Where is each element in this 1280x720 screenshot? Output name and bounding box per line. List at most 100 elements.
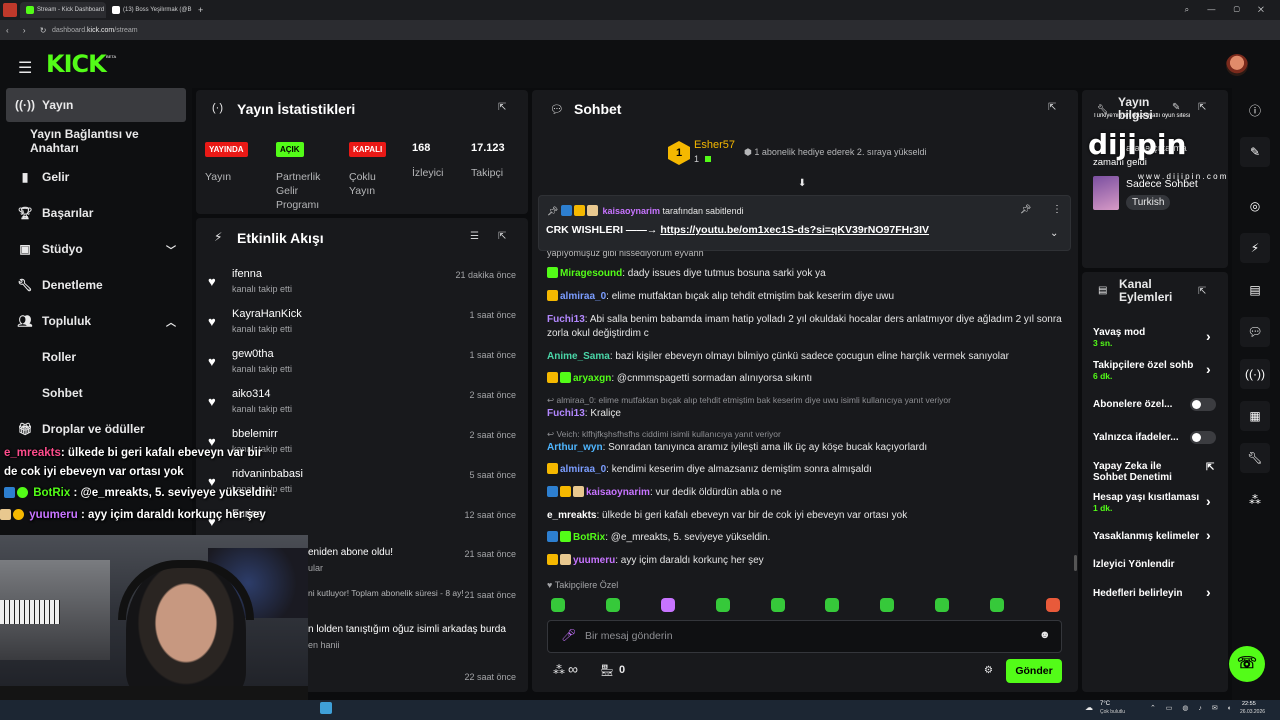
sidebar-item-yayin[interactable]: ((·)) Yayın [6, 88, 186, 122]
chat-username[interactable]: e_mreakts [547, 510, 596, 521]
popout-icon[interactable]: ⇱ [498, 231, 506, 242]
target-icon[interactable]: ◎ [1240, 191, 1270, 221]
emote-icon[interactable] [880, 598, 894, 612]
pinned-link[interactable]: https://youtu.be/om1xec1S-ds?si=qKV39rNO… [660, 224, 929, 236]
unpin-icon[interactable]: 📌︎ [1020, 204, 1031, 215]
chevron-right-icon[interactable]: › [1206, 361, 1211, 377]
category-thumbnail[interactable] [1093, 176, 1119, 210]
chevron-right-icon[interactable]: › [1206, 584, 1211, 600]
emote-icon[interactable] [716, 598, 730, 612]
edit-icon[interactable]: ✎ [1240, 137, 1270, 167]
emote-icon[interactable] [990, 598, 1004, 612]
kick-logo[interactable]: KICK [46, 50, 107, 78]
chat-message[interactable]: aryaxgn: @cnmmspagetti sormadan alınıyor… [547, 372, 1067, 386]
chevron-right-icon[interactable]: › [1206, 493, 1211, 509]
broadcast-icon[interactable]: ((·)) [1240, 359, 1270, 389]
chat-username[interactable]: BotRix [573, 532, 605, 543]
sidebar-item-studyo[interactable]: ▣ Stüdyo ﹀ [6, 232, 186, 266]
top-gifter-name[interactable]: Esher57 [694, 139, 735, 151]
collapse-arrow-icon[interactable]: ⬇ [798, 178, 806, 189]
layout-icon[interactable]: ▦ [1240, 401, 1270, 431]
toggle-switch[interactable] [1190, 398, 1216, 411]
chat-message[interactable]: almiraa_0: elime mutfaktan bıçak alıp te… [547, 290, 1067, 304]
points-icon[interactable]: ⁂ [553, 663, 565, 677]
taskbar-app-icon[interactable] [320, 702, 332, 714]
gear-icon[interactable]: ⚙︎ [984, 665, 993, 676]
sidebar-item-denetleme[interactable]: 🔧︎ Denetleme [6, 268, 186, 302]
chat-username[interactable]: aryaxgn [573, 373, 611, 384]
info-icon[interactable]: ⓘ [1240, 95, 1270, 125]
popout-icon[interactable]: ⇱ [1198, 102, 1206, 113]
channel-action-item[interactable]: Yapay Zeka ile Sohbet Denetimi [1093, 461, 1189, 483]
chat-username[interactable]: yuumeru [573, 555, 615, 566]
chat-username[interactable]: Arthur_wyn [547, 442, 603, 453]
emote-icon[interactable] [1046, 598, 1060, 612]
channel-action-item[interactable]: Yasaklanmış kelimeler [1093, 531, 1219, 542]
tray-icons[interactable]: ⌃ ▭ ◍ ♪ ✉ ◐ [1150, 704, 1236, 712]
chat-icon[interactable]: 💬︎ [1240, 317, 1270, 347]
microphone-icon[interactable]: 🎤︎ [561, 628, 576, 642]
popout-icon[interactable]: ⇱ [498, 102, 506, 113]
event-row[interactable]: ♥ aiko314 kanalı takip etti 2 saat önce [204, 388, 520, 428]
filter-icon[interactable]: ☰ [470, 231, 479, 242]
channel-action-item[interactable]: İzleyici Yönlendir [1093, 559, 1219, 570]
chat-message[interactable]: BotRix: @e_mreakts, 5. seviyeye yükseldi… [547, 531, 1067, 545]
url-field[interactable]: dashboard.kick.com/stream [52, 27, 138, 34]
toggle-switch[interactable] [1190, 431, 1216, 444]
chat-username[interactable]: Fuchi13 [547, 408, 585, 419]
browser-tab-kick[interactable]: Stream - Kick Dashboard [20, 2, 106, 18]
sidebar-item-basarilar[interactable]: 🏆︎ Başarılar [6, 196, 186, 230]
wrench-icon[interactable]: 🔧︎ [1240, 443, 1270, 473]
nodes-icon[interactable]: ⁂ [1240, 485, 1270, 515]
channel-action-item[interactable]: Hesap yaşı kısıtlaması 1 dk. [1093, 492, 1219, 514]
chat-message[interactable]: yuumeru: ayy içim daraldı korkunç her şe… [547, 554, 1067, 568]
chat-message[interactable]: ↩ almiraa_0: elime mutfaktan bıçak alıp … [547, 395, 1067, 421]
chevron-down-icon[interactable]: ⌄ [1050, 228, 1058, 239]
document-icon[interactable]: ▤ [1240, 275, 1270, 305]
user-avatar[interactable] [1226, 54, 1248, 76]
sidebar-item-sohbet[interactable]: Sohbet [6, 376, 186, 410]
chat-username[interactable]: Fuchi13 [547, 314, 585, 325]
sidebar-item-topluluk[interactable]: 👥︎ Topluluk ︿ [6, 304, 186, 338]
chat-username[interactable]: almiraa_0 [560, 464, 606, 475]
event-row[interactable]: ♥ KayraHanKick kanalı takip etti 1 saat önc… [204, 308, 520, 348]
event-row[interactable]: ♥ gew0tha kanalı takip etti 1 saat önce [204, 348, 520, 388]
chat-message[interactable]: ↩ Veich: klfhjfkşhsfhsfhs ciddimi isimli… [547, 429, 1067, 455]
chat-username[interactable]: Miragesound [560, 268, 622, 279]
chat-scrollbar[interactable] [1074, 555, 1077, 571]
chat-message[interactable]: kaisaoynarim: vur dedik öldürdün abla o … [547, 486, 1067, 500]
emote-icon[interactable] [606, 598, 620, 612]
sidebar-item-stream-key[interactable]: Yayın Bağlantısı ve Anahtarı [6, 124, 186, 158]
popout-icon[interactable]: ⇱ [1198, 286, 1206, 297]
more-options-icon[interactable]: ⋮ [1052, 204, 1062, 215]
edit-icon[interactable]: ✎ [1172, 102, 1180, 113]
window-controls[interactable]: ⌕ — ▢ ✕ [1185, 5, 1272, 15]
external-link-icon[interactable]: ⇱ [1206, 462, 1214, 473]
chat-message[interactable]: Miragesound: dady issues diye tutmus bos… [547, 267, 1067, 281]
browser-tab-x[interactable]: (13) Boss Yeşilırmak (@B [106, 2, 192, 18]
channel-action-item[interactable]: Hedefleri belirleyin [1093, 588, 1219, 599]
sidebar-item-droplar[interactable]: 🎁︎ Droplar ve ödüller [6, 412, 186, 446]
sidebar-item-roller[interactable]: Roller [6, 340, 186, 374]
emoji-icon[interactable]: ☻ [1039, 629, 1051, 641]
sidebar-item-gelir[interactable]: ▮ Gelir [6, 160, 186, 194]
chat-username[interactable]: almiraa_0 [560, 291, 606, 302]
chat-username[interactable]: Anime_Sama [547, 351, 610, 362]
chat-message[interactable]: Fuchi13: Abi salla benim babamda imam ha… [547, 313, 1067, 341]
event-row[interactable]: ♥ ifenna kanalı takip etti 21 dakika önce [204, 268, 520, 308]
emote-icon[interactable] [825, 598, 839, 612]
emote-icon[interactable] [551, 598, 565, 612]
emote-icon[interactable] [935, 598, 949, 612]
emote-icon[interactable] [661, 598, 675, 612]
chat-username[interactable]: kaisaoynarim [586, 487, 650, 498]
chevron-right-icon[interactable]: › [1206, 328, 1211, 344]
channel-action-item[interactable]: Yavaş mod 3 sn. [1093, 327, 1219, 349]
support-button[interactable]: ☏ [1229, 646, 1265, 682]
emote-icon[interactable] [771, 598, 785, 612]
chat-message[interactable]: almiraa_0: kendimi keserim diye almazsan… [547, 463, 1067, 477]
send-button[interactable]: Gönder [1006, 659, 1062, 683]
category-name[interactable]: Sadece Sohbet [1126, 178, 1198, 190]
new-tab-icon[interactable]: + [198, 5, 203, 15]
chevron-right-icon[interactable]: › [1206, 527, 1211, 543]
chat-message[interactable]: e_mreakts: ülkede bi geri kafalı ebeveyn… [547, 509, 1067, 523]
